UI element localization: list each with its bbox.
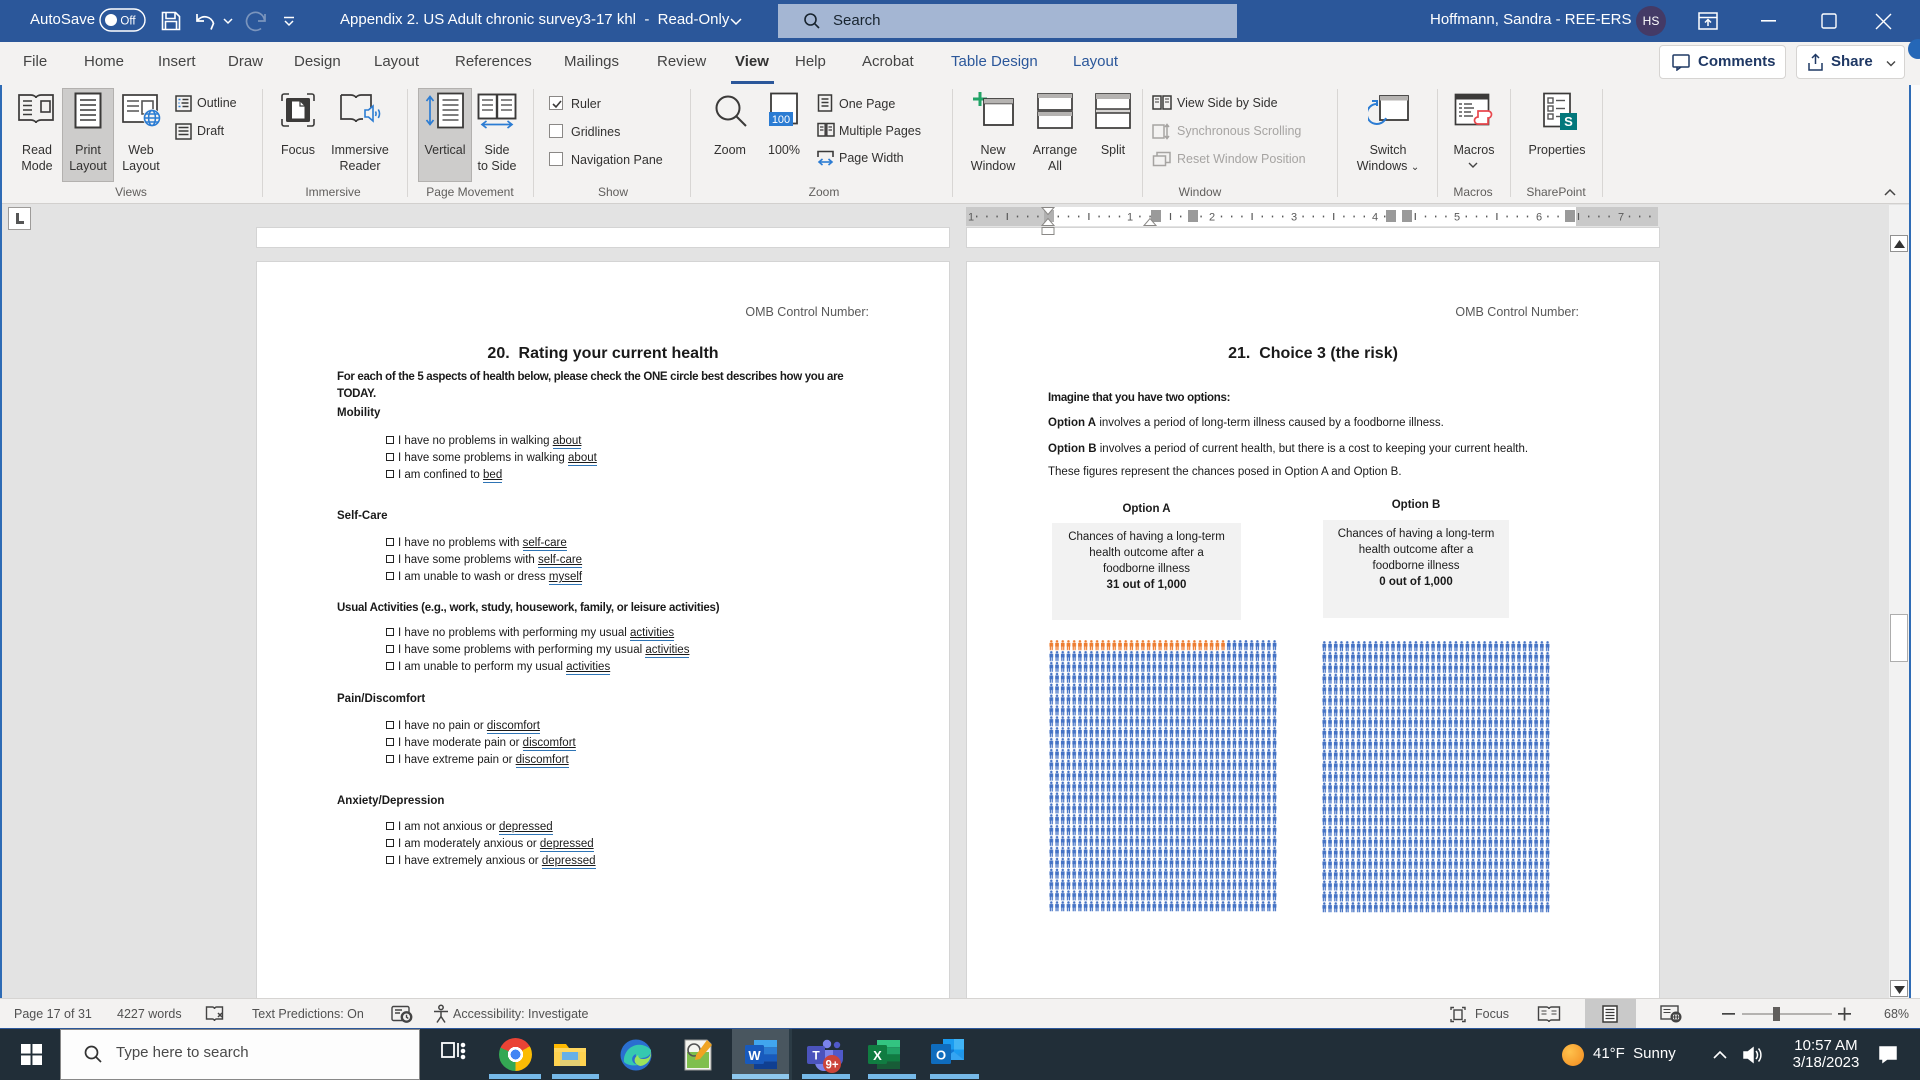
- svg-text:S: S: [1564, 114, 1573, 129]
- svg-text:T: T: [812, 1049, 820, 1063]
- svg-text:5: 5: [1454, 212, 1460, 224]
- svg-text:O: O: [936, 1048, 946, 1063]
- svg-text:1: 1: [1127, 212, 1133, 224]
- svg-text:X: X: [873, 1048, 882, 1063]
- svg-text:W: W: [748, 1048, 761, 1063]
- svg-text:7: 7: [1618, 212, 1624, 224]
- svg-text:9+: 9+: [825, 1060, 838, 1072]
- svg-text:1: 1: [968, 212, 974, 224]
- svg-text:2: 2: [1209, 212, 1215, 224]
- svg-text:Off: Off: [120, 16, 136, 28]
- svg-text:4: 4: [1372, 212, 1378, 224]
- svg-text:100: 100: [772, 114, 790, 126]
- svg-text:6: 6: [1536, 212, 1542, 224]
- svg-text:3: 3: [1291, 212, 1297, 224]
